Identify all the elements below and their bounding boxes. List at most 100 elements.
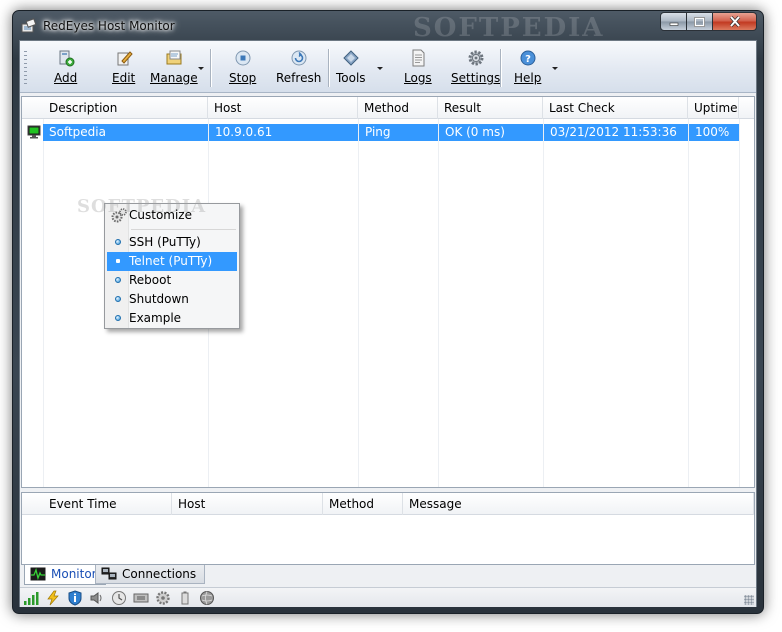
menu-item-label: Shutdown (129, 292, 189, 306)
menu-item-telnet[interactable]: Telnet (PuTTy) (107, 252, 237, 271)
column-event-host[interactable]: Host (172, 493, 323, 515)
cog-icon[interactable] (155, 590, 171, 606)
column-event-method[interactable]: Method (323, 493, 403, 515)
manage-button[interactable]: Manage (150, 46, 198, 90)
menu-item-shutdown[interactable]: Shutdown (107, 290, 237, 309)
grid-line (43, 119, 44, 487)
menu-item-label: SSH (PuTTy) (129, 235, 201, 249)
add-label: Add (54, 71, 78, 85)
connections-icon (101, 567, 117, 580)
pulse-monitor-icon (30, 567, 46, 581)
menu-item-label: Telnet (PuTTy) (129, 254, 213, 268)
gear-icon (468, 50, 484, 66)
maximize-button[interactable] (687, 12, 713, 31)
tools-dropdown-arrow[interactable] (377, 67, 383, 70)
tools-label: Tools (336, 71, 366, 85)
clock-icon[interactable] (111, 590, 127, 606)
globe-icon[interactable] (199, 590, 215, 606)
minimize-button[interactable] (660, 12, 687, 31)
context-menu: SOFTPEDIA Customize SSH (PuTTy) Telnet (… (77, 196, 240, 329)
menu-item-reboot[interactable]: Reboot (107, 271, 237, 290)
host-address: 10.9.0.61 (209, 124, 358, 141)
bullet-icon (115, 277, 121, 283)
settings-label: Settings (451, 71, 501, 85)
settings-button[interactable]: Settings (451, 46, 500, 90)
tab-connections-label: Connections (122, 567, 197, 581)
host-method: Ping (359, 124, 438, 141)
grid-line (543, 119, 544, 487)
menu-item-example[interactable]: Example (107, 309, 237, 328)
app-window: RedEyes Host Monitor SOFTPEDIA Add Edit (12, 10, 764, 614)
network-card-icon[interactable] (133, 590, 149, 606)
column-last-check[interactable]: Last Check (543, 97, 688, 119)
host-uptime: 100% (689, 124, 739, 141)
grid-line (739, 119, 740, 487)
help-icon: ? (520, 50, 536, 66)
shield-info-icon[interactable] (67, 590, 83, 606)
maximize-icon (694, 16, 705, 27)
column-description[interactable]: Description (43, 97, 208, 119)
grid-line (358, 119, 359, 487)
menu-item-label: Reboot (129, 273, 172, 287)
resize-grip[interactable] (744, 595, 754, 605)
logs-button[interactable]: Logs (404, 46, 432, 90)
toolbar-separator (500, 49, 501, 87)
edit-icon (117, 51, 133, 66)
refresh-label: Refresh (276, 71, 322, 85)
status-bar (20, 587, 756, 607)
signal-bars-icon[interactable] (23, 590, 39, 606)
manage-icon (166, 50, 182, 65)
manage-dropdown-arrow[interactable] (198, 67, 204, 70)
bottom-tabs: Monitor Connections (21, 565, 755, 585)
tab-monitor-label: Monitor (51, 567, 97, 581)
event-list[interactable]: Event Time Host Method Message (21, 492, 755, 565)
svg-text:?: ? (525, 54, 531, 65)
customize-gears-icon (111, 208, 127, 223)
watermark-text: SOFTPEDIA (413, 13, 605, 43)
refresh-button[interactable]: Refresh (276, 46, 321, 90)
column-event-message[interactable]: Message (403, 493, 754, 515)
edit-label: Edit (112, 71, 136, 85)
tab-connections[interactable]: Connections (95, 565, 206, 584)
close-button[interactable] (713, 12, 757, 31)
bullet-icon (115, 315, 121, 321)
edit-button[interactable]: Edit (112, 46, 135, 90)
grid-line (688, 119, 689, 487)
window-title: RedEyes Host Monitor (43, 19, 175, 33)
lightning-icon[interactable] (45, 590, 61, 606)
app-icon (21, 18, 37, 33)
add-button[interactable]: Add (54, 46, 77, 90)
stop-icon (235, 50, 251, 66)
toolbar-grip[interactable] (24, 51, 27, 85)
menu-item-ssh[interactable]: SSH (PuTTy) (107, 233, 237, 252)
help-label: Help (514, 71, 542, 85)
tools-button[interactable]: Tools (336, 46, 366, 90)
tab-monitor[interactable]: Monitor (24, 565, 106, 585)
client-area: Add Edit Manage Stop Refresh Tools Logs … (19, 40, 757, 607)
column-result[interactable]: Result (438, 97, 543, 119)
tools-icon (343, 50, 359, 66)
menu-item-customize[interactable]: Customize (107, 206, 237, 225)
column-host[interactable]: Host (208, 97, 358, 119)
stop-button[interactable]: Stop (229, 46, 256, 90)
host-list[interactable]: Description Host Method Result Last Chec… (21, 96, 755, 488)
toolbar-separator (210, 49, 211, 87)
help-button[interactable]: ? Help (514, 46, 541, 90)
column-event-time[interactable]: Event Time (43, 493, 172, 515)
speaker-icon[interactable] (89, 590, 105, 606)
battery-icon[interactable] (177, 590, 193, 606)
logs-icon (412, 49, 425, 67)
table-row[interactable]: Softpedia 10.9.0.61 Ping OK (0 ms) 03/21… (22, 124, 739, 141)
host-list-header: Description Host Method Result Last Chec… (22, 97, 754, 119)
title-bar[interactable]: RedEyes Host Monitor SOFTPEDIA (13, 11, 763, 43)
bullet-icon (116, 259, 120, 263)
column-method[interactable]: Method (358, 97, 438, 119)
help-dropdown-arrow[interactable] (552, 67, 558, 70)
manage-label: Manage (150, 71, 198, 85)
host-description: Softpedia (43, 124, 208, 141)
column-uptime[interactable]: Uptime (688, 97, 739, 119)
refresh-icon (291, 50, 307, 66)
host-last-check: 03/21/2012 11:53:36 (544, 124, 688, 141)
bullet-icon (115, 296, 121, 302)
bullet-icon (115, 239, 121, 245)
